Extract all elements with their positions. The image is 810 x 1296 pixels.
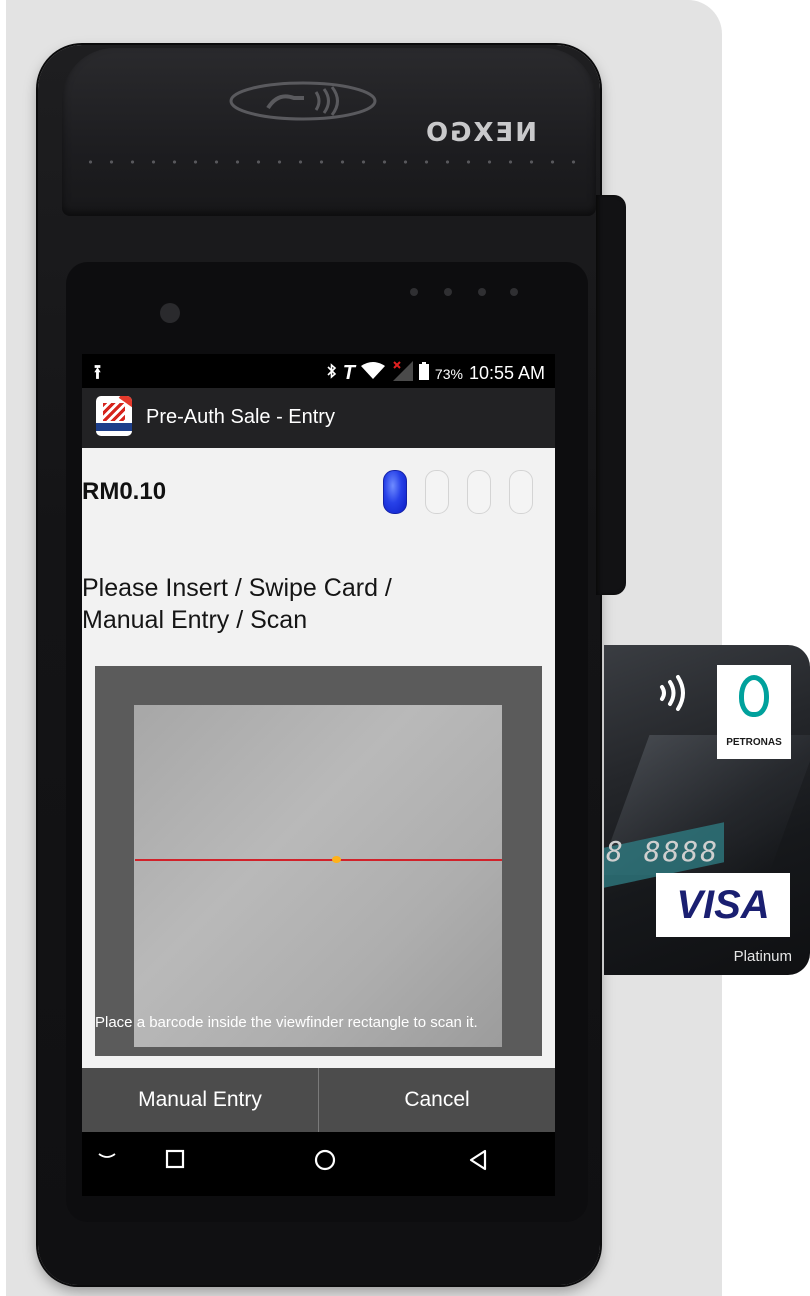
cancel-button[interactable]: Cancel	[319, 1068, 555, 1132]
front-camera	[160, 303, 180, 323]
signal-off-icon	[391, 361, 413, 386]
app-bar: Pre-Auth Sale - Entry	[82, 388, 555, 448]
hide-keyboard-icon[interactable]	[96, 1144, 118, 1173]
paper-tear-edge	[80, 158, 580, 166]
step-indicator-active	[383, 470, 407, 514]
visa-logo: VISA	[656, 873, 790, 937]
step-indicator-pending	[467, 470, 491, 514]
wifi-icon	[360, 362, 385, 385]
transaction-amount: RM0.10	[82, 478, 167, 505]
barcode-scanner-view[interactable]: Place a barcode inside the viewfinder re…	[95, 666, 542, 1056]
led	[410, 288, 418, 296]
action-bar: Manual Entry Cancel	[82, 1068, 555, 1132]
status-leds	[410, 288, 530, 298]
issuer-name: PETRONAS	[726, 737, 782, 748]
recents-icon[interactable]	[164, 1148, 186, 1177]
terminal-screen: ⭱ T 73% 10:55 AM Pre-Auth Sale - Entry R…	[82, 354, 555, 1196]
led	[478, 288, 486, 296]
petronas-logo: PETRONAS	[717, 665, 791, 759]
credit-card: PETRONAS 8 8888 VISA Platinum	[604, 645, 810, 975]
contactless-icon	[656, 673, 696, 721]
petronas-mark-icon	[739, 675, 769, 717]
device-brand: NEXGO	[424, 118, 538, 148]
prompt-line: Manual Entry / Scan	[82, 606, 308, 634]
focus-point	[332, 856, 341, 863]
prompt-line: Please Insert / Swipe Card /	[82, 574, 392, 602]
battery-percentage: 73%	[434, 365, 463, 382]
scanner-hint: Place a barcode inside the viewfinder re…	[95, 1014, 478, 1031]
viewfinder-rectangle	[134, 705, 502, 1047]
card-number: 8 8888	[606, 835, 720, 868]
step-indicator-pending	[425, 470, 449, 514]
upload-icon: ⭱	[94, 362, 101, 384]
manual-entry-button[interactable]: Manual Entry	[82, 1068, 318, 1132]
home-icon[interactable]	[313, 1148, 337, 1179]
step-indicator-pending	[509, 470, 533, 514]
back-icon[interactable]	[467, 1148, 489, 1179]
card-entry-prompt: Please Insert / Swipe Card / Manual Entr…	[82, 572, 542, 636]
bluetooth-icon	[327, 363, 337, 384]
battery-icon	[418, 362, 429, 385]
status-time: 10:55 AM	[468, 363, 545, 383]
merchant-app-logo	[96, 396, 132, 436]
card-slot	[596, 195, 626, 595]
page-title: Pre-Auth Sale - Entry	[146, 406, 335, 428]
led	[444, 288, 452, 296]
contactless-reader-icon	[228, 80, 378, 122]
t-icon: T	[342, 362, 355, 384]
led	[510, 288, 518, 296]
status-bar: ⭱ T 73% 10:55 AM	[82, 354, 555, 388]
system-nav-bar	[82, 1132, 555, 1196]
card-tier: Platinum	[733, 948, 792, 965]
scan-laser-line	[135, 859, 502, 861]
